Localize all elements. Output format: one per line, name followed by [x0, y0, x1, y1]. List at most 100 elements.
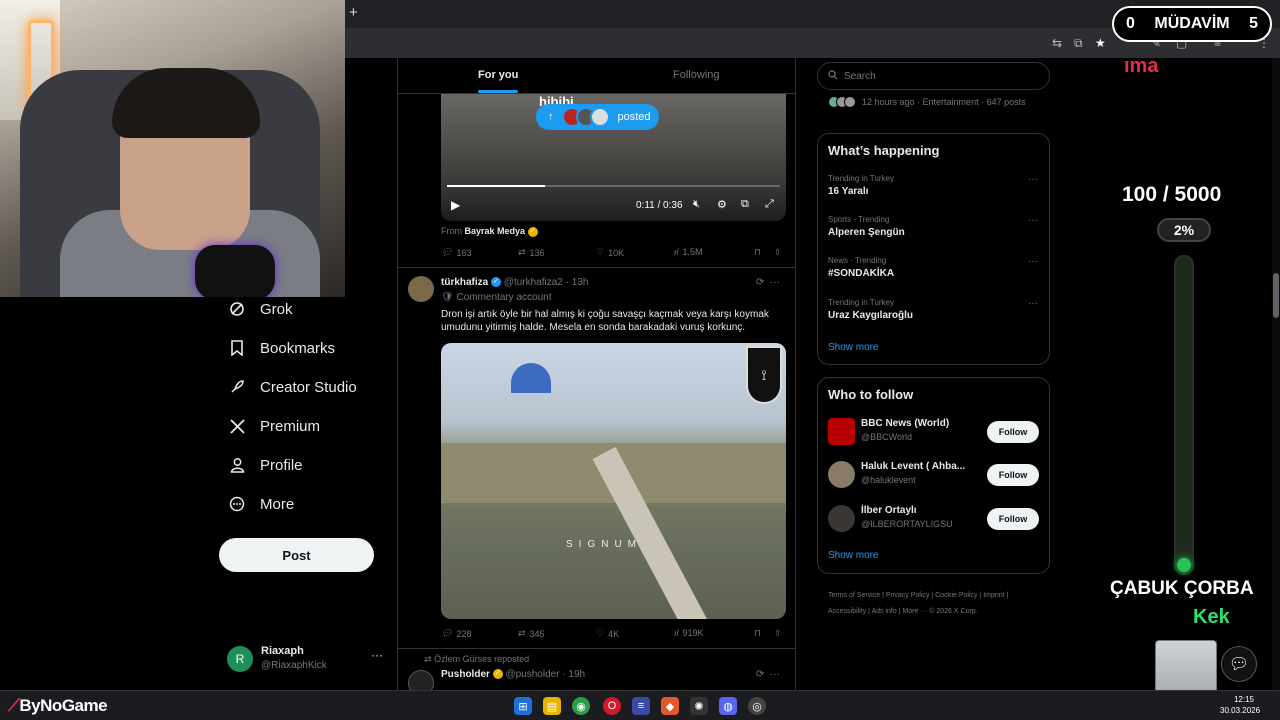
like-button[interactable]: ♡ 4K: [596, 628, 619, 639]
follow-suggestion[interactable]: Haluk Levent ( Ahba... @haluklevent Foll…: [828, 461, 1043, 497]
views-button[interactable]: ıl 919K: [674, 628, 704, 638]
views-button[interactable]: ıl 1.5M: [674, 247, 703, 257]
video-source[interactable]: From Bayrak Medya ✓: [441, 226, 538, 237]
tweet-more-icon[interactable]: ⟳ ···: [756, 669, 780, 680]
app-icon[interactable]: ≡: [632, 697, 650, 715]
trend-item[interactable]: Trending in Turkey Uraz Kaygılaroğlu ···: [828, 298, 1038, 321]
new-tab-button[interactable]: +: [349, 4, 358, 21]
more-icon[interactable]: ···: [1028, 298, 1038, 309]
tweet-time[interactable]: · 13h: [566, 277, 589, 288]
file-explorer-icon[interactable]: ▤: [543, 697, 561, 715]
reply-button[interactable]: 💬︎ 228: [441, 628, 471, 639]
verified-icon: ✓: [491, 277, 502, 288]
more-icon[interactable]: ···: [1028, 215, 1038, 226]
more-circle-icon: [228, 495, 246, 513]
taskbar: ⟋ByNoGame ⊞ ▤ ◉ O ≡ ◆ ✺ ◍ ◎ 12:15 30.03.2…: [0, 690, 1280, 720]
footer-links[interactable]: Terms of Service | Privacy Policy | Cook…: [828, 588, 1048, 620]
chatgpt-icon[interactable]: ✺: [690, 697, 708, 715]
settings-gear-icon[interactable]: ⚙: [717, 198, 727, 211]
author-name[interactable]: Pusholder: [441, 669, 490, 680]
pip-icon[interactable]: ⧉: [741, 198, 749, 211]
avatar[interactable]: [408, 276, 434, 302]
trend-item[interactable]: Sports · Trending Alperen Şengün ···: [828, 215, 1038, 238]
obs-icon[interactable]: ◎: [748, 697, 766, 715]
tab-following[interactable]: Following: [673, 69, 719, 81]
install-icon[interactable]: ⧉: [1074, 36, 1083, 51]
repost-icon: ⇄: [424, 654, 432, 664]
author-name[interactable]: türkhafiza: [441, 277, 488, 288]
tweet2-video[interactable]: ⟟ SIGNUM: [441, 343, 786, 619]
avatar[interactable]: [408, 670, 434, 690]
bookmark-star-icon[interactable]: ★: [1095, 36, 1106, 50]
account-menu-icon[interactable]: ···: [371, 648, 383, 662]
more-icon[interactable]: ···: [1028, 174, 1038, 185]
windows-start-icon[interactable]: ⊞: [514, 697, 532, 715]
nav-item-premium[interactable]: Premium: [228, 417, 320, 435]
account-name: Riaxaph: [261, 645, 304, 657]
author-handle[interactable]: @turkhafiza2: [504, 277, 563, 288]
follow-button[interactable]: Follow: [987, 464, 1039, 486]
follow-button[interactable]: Follow: [987, 421, 1039, 443]
new-posts-pill[interactable]: ↑ posted: [536, 104, 659, 130]
person-icon: [228, 456, 246, 474]
repost-button[interactable]: ⇄ 345: [518, 628, 545, 639]
show-more-link[interactable]: Show more: [828, 550, 879, 561]
trend-item[interactable]: Trending in Turkey 16 Yaralı ···: [828, 174, 1038, 197]
verified-gold-icon: ✓: [492, 669, 503, 680]
repost-indicator[interactable]: ⇄ Özlem Gürses reposted: [424, 654, 529, 665]
chrome-icon[interactable]: ◉: [572, 697, 590, 715]
share-icon[interactable]: ⇧: [774, 247, 782, 258]
translate-icon[interactable]: ⇆: [1052, 36, 1062, 50]
bookmark-button[interactable]: ⊓: [754, 628, 761, 639]
author-handle[interactable]: @pusholder: [505, 669, 559, 680]
like-button[interactable]: ♡ 10K: [596, 247, 624, 258]
tab-for-you[interactable]: For you: [478, 69, 519, 93]
share-icon[interactable]: ⇧: [774, 628, 782, 639]
trend-top-meta[interactable]: 12 hours ago · Entertainment · 647 posts: [828, 96, 1026, 108]
follow-suggestion[interactable]: İlber Ortaylı @ILBERORTAYLIGSU Follow: [828, 505, 1043, 541]
post-button[interactable]: Post: [219, 538, 374, 572]
nav-item-more[interactable]: More: [228, 495, 294, 513]
search-input[interactable]: Search: [817, 62, 1050, 90]
timeline: hibibi ▶ 0:11 / 0:36 🔇︎ ⚙ ⧉ ⤢ For you Fo…: [397, 58, 796, 690]
chat-bubble-icon[interactable]: 💬︎: [1221, 646, 1257, 682]
signum-logo-icon: ⟟: [746, 346, 782, 404]
system-clock[interactable]: 12:15 30.03.2026: [1220, 694, 1260, 716]
video-watermark: SIGNUM: [566, 539, 642, 550]
follow-name: Haluk Levent ( Ahba...: [861, 461, 966, 472]
tweet-time[interactable]: · 19h: [562, 669, 585, 680]
mudavim-counter: 0 MÜDAVİM 5: [1112, 6, 1272, 42]
fullscreen-icon[interactable]: ⤢: [765, 198, 774, 211]
repost-button[interactable]: ⇄ 136: [518, 247, 545, 258]
brave-icon[interactable]: ◆: [661, 697, 679, 715]
whats-happening-panel: What’s happening Trending in Turkey 16 Ya…: [817, 133, 1050, 365]
counter-left: 0: [1126, 15, 1135, 32]
trend-item[interactable]: News · Trending #SONDAKİKA ···: [828, 256, 1038, 279]
views-icon: ıl: [674, 628, 679, 638]
page-scrollbar[interactable]: [1272, 58, 1280, 690]
nav-item-creator-studio[interactable]: Creator Studio: [228, 378, 357, 396]
avatar: [828, 418, 855, 445]
bookmark-button[interactable]: ⊓: [754, 247, 761, 258]
nav-item-grok[interactable]: Grok: [228, 300, 293, 318]
follow-suggestion[interactable]: BBC News (World) @BBCWorld Follow: [828, 418, 1043, 454]
from-name[interactable]: Bayrak Medya: [465, 226, 526, 236]
account-switcher[interactable]: R Riaxaph @RiaxaphKick ···: [227, 644, 387, 676]
more-icon[interactable]: ···: [1028, 256, 1038, 267]
opera-icon[interactable]: O: [603, 697, 621, 715]
reply-icon: 💬︎: [441, 628, 453, 638]
commentary-label: 🛡︎ Commentary account: [441, 292, 552, 303]
mute-icon[interactable]: 🔇︎: [693, 198, 700, 211]
tweet-more-icon[interactable]: ⟳ ···: [756, 277, 780, 288]
reply-icon: 💬︎: [441, 247, 453, 257]
video-progress[interactable]: [447, 185, 780, 187]
nav-item-bookmarks[interactable]: Bookmarks: [228, 339, 335, 357]
follow-button[interactable]: Follow: [987, 508, 1039, 530]
reply-button[interactable]: 💬︎ 163: [441, 247, 471, 258]
discord-icon[interactable]: ◍: [719, 697, 737, 715]
bookmark-icon: [228, 339, 246, 357]
play-icon[interactable]: ▶: [451, 198, 460, 212]
show-more-link[interactable]: Show more: [828, 342, 879, 353]
nav-item-profile[interactable]: Profile: [228, 456, 303, 474]
follow-handle: @ILBERORTAYLIGSU: [861, 519, 953, 529]
